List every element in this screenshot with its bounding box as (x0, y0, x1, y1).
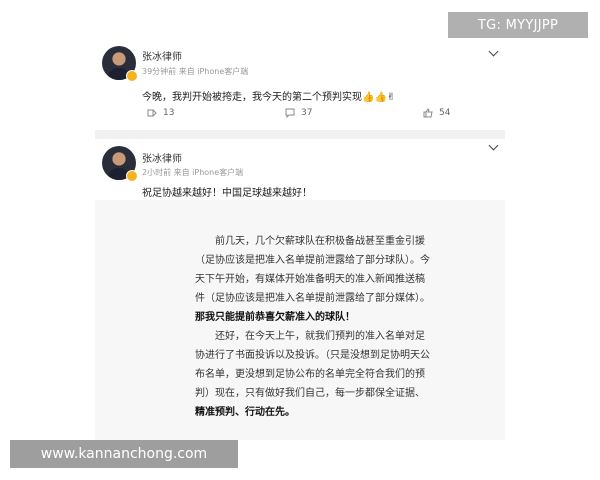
attached-document-image[interactable]: 前几天，几个欠薪球队在积极备战甚至重金引援 （足协应该是把准入名单提前泄露给了部… (95, 200, 505, 440)
thumbs-up-icon (423, 108, 433, 118)
post-meta: 39分钟前 来自 iPhone客户端 (142, 67, 249, 76)
verified-badge-icon (126, 170, 138, 182)
site-watermark: www.kannanchong.com (10, 440, 238, 468)
doc-line: 那我只能提前恭喜欠薪准入的球队！ (195, 312, 355, 323)
doc-line: 布名单，更没想到足协公布的名单完全符合我们的预 (195, 369, 425, 380)
repost-count: 13 (163, 108, 175, 118)
doc-line: 精准预判、行动在先。 (195, 407, 295, 418)
doc-line: 还好，在今天上午，就我们预判的准入名单对足 (195, 331, 425, 342)
doc-line: 天下午开始，有媒体开始准备明天的准入新闻推送稿 (195, 274, 425, 285)
comment-button[interactable]: 37 (285, 108, 312, 118)
chevron-down-icon[interactable] (488, 46, 499, 57)
doc-line: 件（足协应该是把准入名单提前泄露给了部分媒体）。 (195, 293, 430, 304)
post-text: 今晚，我判开始被挎走，我今天的第二个预判实现👍👍✌ (142, 92, 396, 103)
doc-line: 判）现在，只有做好我们自己，每一步都保全证据、 (195, 388, 425, 399)
weibo-post-2: 张冰律师 2小时前 来自 iPhone客户端 祝足协越来越好！中国足球越来越好！… (95, 140, 505, 440)
post-separator (95, 130, 505, 139)
doc-line: 协进行了书面投诉以及投诉。（只是没想到足协明天公 (195, 350, 430, 361)
doc-line: 前几天，几个欠薪球队在积极备战甚至重金引援 (195, 236, 425, 247)
comment-icon (285, 108, 295, 118)
post-text: 祝足协越来越好！中国足球越来越好！ (142, 188, 312, 199)
like-button[interactable]: 54 (423, 108, 450, 118)
post-actions: 13 37 54 (95, 108, 505, 126)
doc-line: （足协应该是把准入名单提前泄露给了部分球队）。今 (195, 255, 430, 266)
like-count: 54 (439, 108, 451, 118)
top-spacer (95, 0, 505, 30)
author-name[interactable]: 张冰律师 (142, 150, 182, 165)
document-text: 前几天，几个欠薪球队在积极备战甚至重金引援 （足协应该是把准入名单提前泄露给了部… (195, 232, 440, 422)
repost-button[interactable]: 13 (147, 108, 174, 118)
post-meta: 2小时前 来自 iPhone客户端 (142, 168, 244, 177)
verified-badge-icon (126, 70, 138, 82)
weibo-post-1: 张冰律师 39分钟前 来自 iPhone客户端 今晚，我判开始被挎走，我今天的第… (95, 30, 505, 130)
tg-watermark: TG: MYYJJPP (448, 12, 588, 38)
repost-icon (147, 108, 157, 118)
author-name[interactable]: 张冰律师 (142, 48, 182, 63)
comment-count: 37 (301, 108, 313, 118)
chevron-down-icon[interactable] (488, 140, 499, 151)
